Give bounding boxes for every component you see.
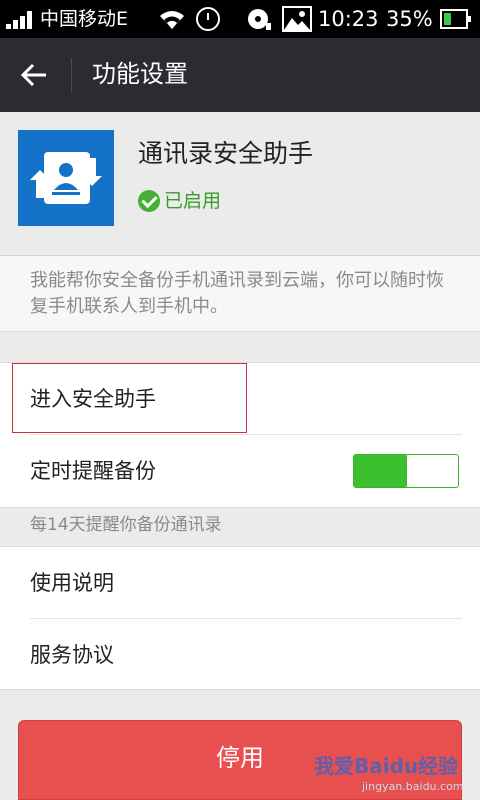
- enter-assistant-item[interactable]: 进入安全助手: [0, 363, 480, 435]
- clock: 10:23: [318, 7, 379, 31]
- scheduled-backup-toggle[interactable]: [353, 454, 459, 488]
- title-bar: 功能设置: [0, 38, 480, 112]
- page-title: 功能设置: [92, 60, 188, 88]
- title-divider: [71, 58, 72, 92]
- image-notification-icon: [282, 6, 312, 32]
- scheduled-backup-reminder-label: 定时提醒备份: [30, 459, 156, 483]
- scheduled-backup-reminder-item: 定时提醒备份: [0, 435, 480, 507]
- wifi-icon: [160, 11, 184, 29]
- service-agreement-label: 服务协议: [30, 643, 114, 667]
- media-disc-icon: [248, 9, 271, 30]
- settings-group-secondary: 使用说明 服务协议: [0, 546, 480, 690]
- instructions-label: 使用说明: [30, 571, 114, 595]
- alarm-icon: [196, 7, 220, 31]
- disable-button-label: 停用: [216, 744, 264, 772]
- plugin-description-card: 我能帮你安全备份手机通讯录到云端，你可以随时恢复手机联系人到手机中。: [0, 256, 480, 332]
- contacts-sync-icon: [18, 130, 114, 226]
- plugin-status-label: 已启用: [164, 190, 222, 212]
- reminder-hint: 每14天提醒你备份通讯录: [30, 515, 222, 535]
- back-arrow-icon[interactable]: [18, 59, 50, 91]
- plugin-header: 通讯录安全助手 已启用: [0, 112, 480, 256]
- carrier-name: 中国移动E: [40, 8, 129, 30]
- toggle-knob: [406, 455, 458, 487]
- plugin-description: 我能帮你安全备份手机通讯录到云端，你可以随时恢复手机联系人到手机中。: [30, 270, 444, 317]
- status-bar: 中国移动E 10:23 35%: [0, 0, 480, 38]
- settings-group-primary: 进入安全助手 定时提醒备份: [0, 362, 480, 508]
- battery-icon: [440, 9, 471, 29]
- service-agreement-item[interactable]: 服务协议: [0, 619, 480, 691]
- battery-percent: 35%: [386, 7, 433, 31]
- toggle-on-track: [354, 455, 406, 487]
- plugin-name: 通讯录安全助手: [138, 139, 314, 168]
- instructions-item[interactable]: 使用说明: [0, 547, 480, 619]
- check-circle-icon: [138, 190, 160, 212]
- battery-level-fill: [444, 13, 451, 25]
- signal-icon: [6, 11, 34, 29]
- plugin-status: 已启用: [138, 188, 221, 214]
- disable-button[interactable]: 停用: [18, 720, 462, 800]
- enter-assistant-label: 进入安全助手: [30, 387, 156, 411]
